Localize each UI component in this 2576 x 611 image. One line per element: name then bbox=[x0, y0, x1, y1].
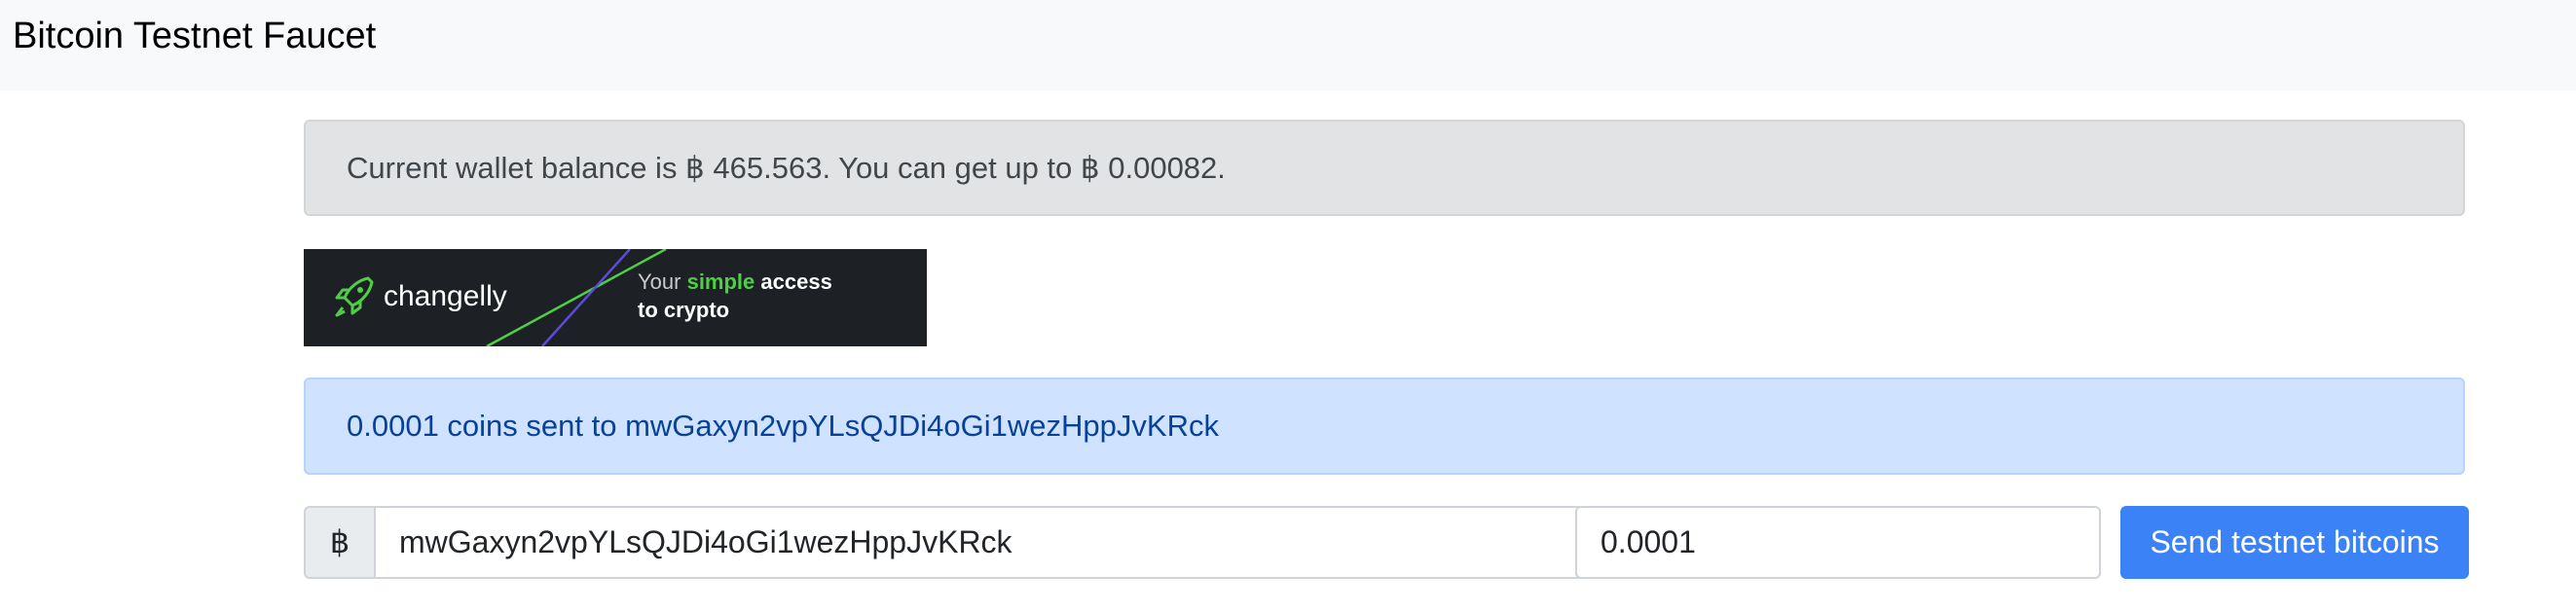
banner-tagline-line2: to crypto bbox=[638, 298, 729, 322]
banner-tagline-your: Your bbox=[638, 270, 687, 294]
rocket-icon bbox=[335, 276, 374, 317]
changelly-banner[interactable]: changelly Your simple access to crypto bbox=[304, 249, 927, 346]
amount-input[interactable] bbox=[1575, 506, 2101, 579]
balance-alert: Current wallet balance is ฿ 465.563. You… bbox=[304, 120, 2465, 216]
banner-tagline-access: access bbox=[754, 270, 832, 294]
navbar: Bitcoin Testnet Faucet bbox=[0, 0, 2576, 90]
banner-tagline-simple: simple bbox=[687, 270, 755, 294]
bitcoin-currency-addon: ฿ bbox=[304, 506, 376, 579]
navbar-brand[interactable]: Bitcoin Testnet Faucet bbox=[13, 16, 376, 56]
faucet-form: ฿ Send testnet bitcoins bbox=[304, 506, 2470, 579]
coins-sent-alert: 0.0001 coins sent to mwGaxyn2vpYLsQJDi4o… bbox=[304, 377, 2465, 475]
changelly-logo-text: changelly bbox=[384, 280, 507, 312]
address-input[interactable] bbox=[374, 506, 1626, 579]
svg-text:Your simple access: Your simple access bbox=[638, 270, 832, 294]
send-testnet-bitcoins-button[interactable]: Send testnet bitcoins bbox=[2120, 506, 2469, 579]
